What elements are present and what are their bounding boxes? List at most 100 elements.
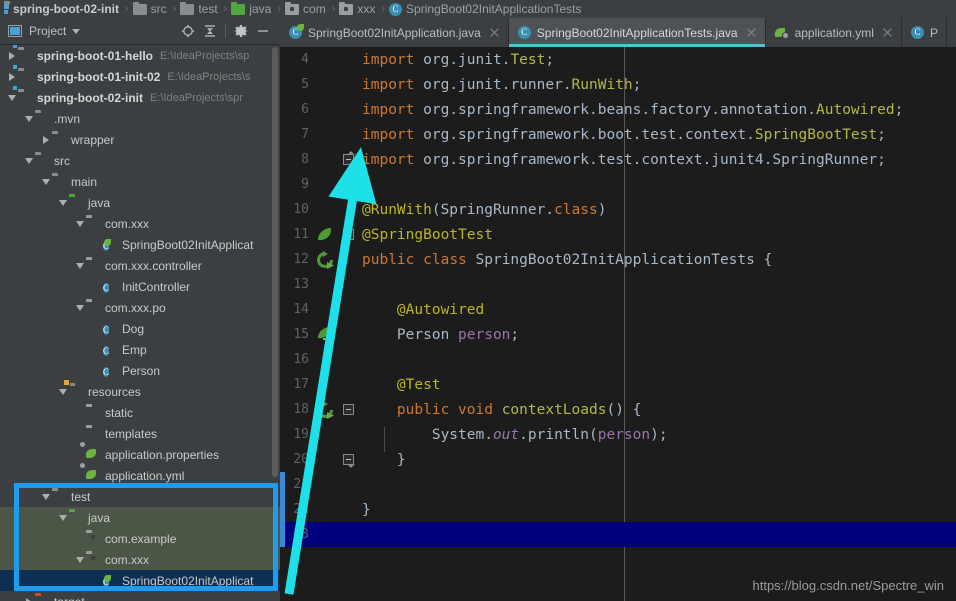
code-line[interactable]: 20 } bbox=[280, 447, 956, 472]
close-icon[interactable] bbox=[882, 27, 893, 38]
chevron-right-icon[interactable] bbox=[40, 129, 52, 150]
code-line[interactable]: 19 System.out.println(person); bbox=[280, 422, 956, 452]
code-line[interactable]: 11 @SpringBootTest bbox=[280, 222, 956, 247]
tree-row[interactable]: C Dog bbox=[0, 318, 280, 339]
code-line[interactable]: 13 bbox=[280, 272, 956, 297]
code-line[interactable]: 17 @Test bbox=[280, 372, 956, 397]
tree-row[interactable]: C SpringBoot02InitApplicat bbox=[0, 570, 280, 591]
tree-row[interactable]: com.xxx.controller bbox=[0, 255, 280, 276]
tree-row[interactable]: templates bbox=[0, 423, 280, 444]
tree-row[interactable]: C InitController bbox=[0, 276, 280, 297]
tree-row[interactable]: spring-boot-01-init-02 E:\IdeaProjects\s bbox=[0, 66, 280, 87]
run-test-icon[interactable] bbox=[314, 247, 338, 272]
editor-tab[interactable]: CP bbox=[902, 18, 947, 47]
code-line[interactable]: 18 public void contextLoads() { bbox=[280, 397, 956, 422]
breadcrumb-item[interactable]: C SpringBoot02InitApplicationTests bbox=[389, 0, 582, 18]
code-token: org. bbox=[414, 51, 459, 68]
chevron-down-icon[interactable] bbox=[23, 108, 35, 129]
code-line[interactable]: 14 @Autowired bbox=[280, 297, 956, 322]
code-line[interactable]: 5 import org.junit.runner.RunWith; bbox=[280, 72, 956, 97]
chevron-down-icon[interactable] bbox=[40, 171, 52, 192]
code-line[interactable]: 6 import org.springframework.beans.factor… bbox=[280, 97, 956, 122]
tree-row[interactable]: C Emp bbox=[0, 339, 280, 360]
project-tree[interactable]: spring-boot-01-hello E:\IdeaProjects\sp sp… bbox=[0, 45, 280, 601]
tree-row[interactable]: java bbox=[0, 507, 280, 528]
code-line[interactable]: 23 bbox=[280, 522, 956, 547]
chevron-down-icon[interactable] bbox=[74, 549, 86, 570]
project-tree-scrollbar[interactable] bbox=[272, 47, 278, 477]
bean-nav-icon[interactable] bbox=[314, 322, 338, 347]
tree-row[interactable]: com.example bbox=[0, 528, 280, 549]
chevron-down-icon[interactable] bbox=[40, 486, 52, 507]
code-editor[interactable]: 4 import org.junit.Test; 5 import org.junit… bbox=[280, 47, 956, 601]
editor-tab[interactable]: application.yml bbox=[766, 18, 902, 47]
breadcrumb-item[interactable]: xxx bbox=[339, 0, 375, 18]
tree-row[interactable]: static bbox=[0, 402, 280, 423]
breadcrumb-item[interactable]: src bbox=[132, 0, 167, 18]
tree-row[interactable]: target bbox=[0, 591, 280, 601]
collapse-all-icon[interactable] bbox=[199, 21, 221, 41]
fold-box[interactable] bbox=[343, 404, 354, 415]
tree-row[interactable]: com.xxx bbox=[0, 549, 280, 570]
tree-row[interactable]: test bbox=[0, 486, 280, 507]
tree-row-label: SpringBoot02InitApplicat bbox=[122, 237, 254, 252]
gear-icon[interactable] bbox=[230, 21, 252, 41]
editor-tab[interactable]: C SpringBoot02InitApplication.java bbox=[280, 18, 509, 47]
fold-box[interactable] bbox=[343, 229, 354, 240]
tree-row[interactable]: C Person bbox=[0, 360, 280, 381]
chevron-right-icon[interactable] bbox=[23, 591, 35, 601]
close-icon[interactable] bbox=[746, 27, 757, 38]
breadcrumb-item[interactable]: spring-boot-02-init bbox=[3, 0, 119, 18]
breadcrumb-item[interactable]: com bbox=[285, 0, 326, 18]
code-lines: 4 import org.junit.Test; 5 import org.junit… bbox=[280, 47, 956, 547]
tree-row[interactable]: com.xxx bbox=[0, 213, 280, 234]
code-line[interactable]: 7 import org.springframework.boot.test.co… bbox=[280, 122, 956, 147]
project-panel-title-group[interactable]: Project bbox=[8, 24, 81, 38]
hide-panel-icon[interactable] bbox=[252, 21, 274, 41]
tree-row[interactable]: spring-boot-02-init E:\IdeaProjects\spr bbox=[0, 87, 280, 108]
code-line[interactable]: 4 import org.junit.Test; bbox=[280, 47, 956, 72]
chevron-down-icon[interactable] bbox=[74, 255, 86, 276]
tree-row[interactable]: application.yml bbox=[0, 465, 280, 486]
tree-row[interactable]: spring-boot-01-hello E:\IdeaProjects\sp bbox=[0, 45, 280, 66]
code-line[interactable]: 15 Person person; bbox=[280, 322, 956, 347]
chevron-down-icon[interactable] bbox=[72, 28, 81, 34]
code-line[interactable]: 12 public class SpringBoot02InitApplicati… bbox=[280, 247, 956, 272]
chevron-down-icon[interactable] bbox=[57, 192, 69, 213]
code-token: junit. bbox=[458, 76, 511, 93]
code-line[interactable]: 8 import org.springframework.test.context… bbox=[280, 147, 956, 172]
breadcrumb-item[interactable]: java bbox=[231, 0, 271, 18]
tree-row[interactable]: .mvn bbox=[0, 108, 280, 129]
tree-row[interactable]: C SpringBoot02InitApplicat bbox=[0, 234, 280, 255]
tree-row[interactable]: com.xxx.po bbox=[0, 297, 280, 318]
chevron-down-icon[interactable] bbox=[57, 507, 69, 528]
editor-tab-bar[interactable]: C SpringBoot02InitApplication.java C Spring… bbox=[280, 18, 956, 47]
run-method-icon[interactable] bbox=[314, 397, 338, 422]
code-line[interactable]: 10 @RunWith(SpringRunner.class) bbox=[280, 197, 956, 222]
chevron-down-icon[interactable] bbox=[23, 150, 35, 171]
fold-toggle-icon[interactable] bbox=[338, 222, 358, 247]
code-token: out bbox=[492, 426, 520, 443]
fold-toggle-icon[interactable] bbox=[338, 397, 358, 422]
locate-icon[interactable] bbox=[177, 21, 199, 41]
tree-row[interactable]: src bbox=[0, 150, 280, 171]
tree-row[interactable]: resources bbox=[0, 381, 280, 402]
tree-row[interactable]: application.properties bbox=[0, 444, 280, 465]
code-line[interactable]: 22} bbox=[280, 497, 956, 522]
tree-row[interactable]: main bbox=[0, 171, 280, 192]
spring-bean-icon[interactable] bbox=[314, 222, 338, 247]
chevron-down-icon[interactable] bbox=[74, 297, 86, 318]
fold-box[interactable] bbox=[343, 454, 355, 468]
tree-row[interactable]: java bbox=[0, 192, 280, 213]
fold-box[interactable] bbox=[343, 151, 355, 165]
code-line[interactable]: 9 bbox=[280, 172, 956, 197]
code-line[interactable]: 21 bbox=[280, 472, 956, 497]
chevron-down-icon[interactable] bbox=[74, 213, 86, 234]
fold-toggle-icon[interactable] bbox=[338, 147, 358, 172]
tree-row[interactable]: wrapper bbox=[0, 129, 280, 150]
close-icon[interactable] bbox=[489, 27, 500, 38]
fold-toggle-icon[interactable] bbox=[338, 447, 358, 472]
breadcrumb-item[interactable]: test bbox=[180, 0, 218, 18]
editor-tab[interactable]: C SpringBoot02InitApplicationTests.java bbox=[508, 18, 766, 47]
code-line[interactable]: 16 bbox=[280, 347, 956, 372]
